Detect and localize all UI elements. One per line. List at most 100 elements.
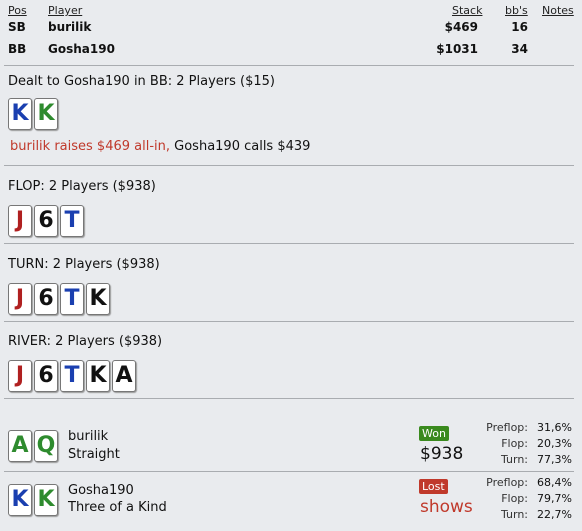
turn-cards: J 6 T K (8, 283, 110, 315)
card: 6 (34, 283, 58, 315)
row-player[interactable]: Gosha190 (48, 42, 115, 56)
card: T (60, 360, 84, 392)
card-rank: T (64, 286, 80, 311)
card-rank: 6 (38, 363, 54, 388)
card: J (8, 283, 32, 315)
card-rank: A (11, 433, 29, 458)
card: K (8, 98, 32, 130)
raise-action: burilik raises $469 all-in, (10, 139, 171, 154)
card: K (34, 484, 58, 516)
hand-rank: Three of a Kind (68, 500, 167, 515)
stat-row: Preflop: 68,4% (472, 475, 572, 491)
stat-value: 22,7% (537, 508, 572, 521)
col-player-header[interactable]: Player (48, 4, 82, 17)
row-stack: $469 (444, 20, 478, 34)
hole-cards: A Q (8, 430, 58, 462)
turn-title: TURN: 2 Players ($938) (8, 257, 160, 272)
card-rank: A (115, 363, 133, 388)
players-table: Pos Player Stack bb's Notes SB burilik $… (0, 0, 582, 64)
river-title: RIVER: 2 Players ($938) (8, 334, 163, 349)
divider (4, 243, 574, 244)
divider (4, 471, 574, 472)
card: K (86, 283, 110, 315)
stat-label: Turn: (500, 508, 528, 521)
card: Q (34, 430, 58, 462)
row-bbs: 34 (511, 42, 528, 56)
card: 6 (34, 205, 58, 237)
card-rank: 6 (38, 286, 54, 311)
hand-history-panel: Pos Player Stack bb's Notes SB burilik $… (0, 0, 582, 531)
row-stack: $1031 (436, 42, 478, 56)
row-pos: SB (8, 20, 26, 34)
equity-stats: Preflop: 68,4% Flop: 79,7% Turn: 22,7% (472, 475, 572, 523)
flop-cards: J 6 T (8, 205, 84, 237)
river-cards: J 6 T K A (8, 360, 136, 392)
stat-value: 77,3% (537, 453, 572, 466)
hero-cards: K K (8, 98, 58, 130)
stat-row: Turn: 22,7% (472, 507, 572, 523)
result-badge: Won (419, 426, 449, 441)
stat-row: Preflop: 31,6% (472, 420, 572, 436)
stat-value: 20,3% (537, 437, 572, 450)
result-row: A Q burilik Straight Won $938 Preflop: 31… (0, 420, 582, 470)
col-bbs-header[interactable]: bb's (505, 4, 528, 17)
row-bbs: 16 (511, 20, 528, 34)
stat-value: 31,6% (537, 421, 572, 434)
flop-title: FLOP: 2 Players ($938) (8, 179, 156, 194)
card-rank: K (11, 101, 29, 126)
row-player[interactable]: burilik (48, 20, 91, 34)
stat-label: Preflop: (486, 421, 528, 434)
divider (4, 321, 574, 322)
stat-row: Turn: 77,3% (472, 452, 572, 468)
stat-value: 68,4% (537, 476, 572, 489)
card: J (8, 360, 32, 392)
card-rank: K (89, 286, 107, 311)
card-rank: J (15, 363, 25, 388)
card-rank: K (37, 101, 55, 126)
hand-rank: Straight (68, 447, 120, 462)
preflop-title: Dealt to Gosha190 in BB: 2 Players ($15) (8, 74, 276, 89)
card-rank: K (37, 487, 55, 512)
card-rank: K (11, 487, 29, 512)
result-badge: Lost (419, 479, 448, 494)
divider (4, 65, 574, 66)
hole-cards: K K (8, 484, 58, 516)
card-rank: J (15, 208, 25, 233)
card: 6 (34, 360, 58, 392)
card: J (8, 205, 32, 237)
col-notes-header[interactable]: Notes (542, 4, 574, 17)
row-pos: BB (8, 42, 27, 56)
card-rank: J (15, 286, 25, 311)
stat-row: Flop: 79,7% (472, 491, 572, 507)
call-action: Gosha190 calls $439 (170, 139, 311, 154)
card: K (86, 360, 110, 392)
card: K (8, 484, 32, 516)
card: A (112, 360, 136, 392)
player-name[interactable]: Gosha190 (68, 483, 134, 498)
stat-label: Turn: (500, 453, 528, 466)
result-row: K K Gosha190 Three of a Kind Lost shows … (0, 474, 582, 528)
player-name[interactable]: burilik (68, 429, 108, 444)
divider (4, 398, 574, 399)
card: T (60, 205, 84, 237)
card: A (8, 430, 32, 462)
card-rank: T (64, 208, 80, 233)
card-rank: 6 (38, 208, 54, 233)
card-rank: T (64, 363, 80, 388)
stat-row: Flop: 20,3% (472, 436, 572, 452)
col-stack-header[interactable]: Stack (452, 4, 482, 17)
card-rank: Q (36, 433, 56, 458)
stat-value: 79,7% (537, 492, 572, 505)
stat-label: Flop: (501, 492, 528, 505)
preflop-action: burilik raises $469 all-in, Gosha190 cal… (10, 139, 310, 154)
stat-label: Preflop: (486, 476, 528, 489)
card-rank: K (89, 363, 107, 388)
pot-amount: shows (420, 497, 473, 517)
equity-stats: Preflop: 31,6% Flop: 20,3% Turn: 77,3% (472, 420, 572, 468)
pot-amount: $938 (420, 444, 464, 464)
divider (4, 165, 574, 166)
col-pos-header[interactable]: Pos (8, 4, 27, 17)
card: T (60, 283, 84, 315)
card: K (34, 98, 58, 130)
stat-label: Flop: (501, 437, 528, 450)
